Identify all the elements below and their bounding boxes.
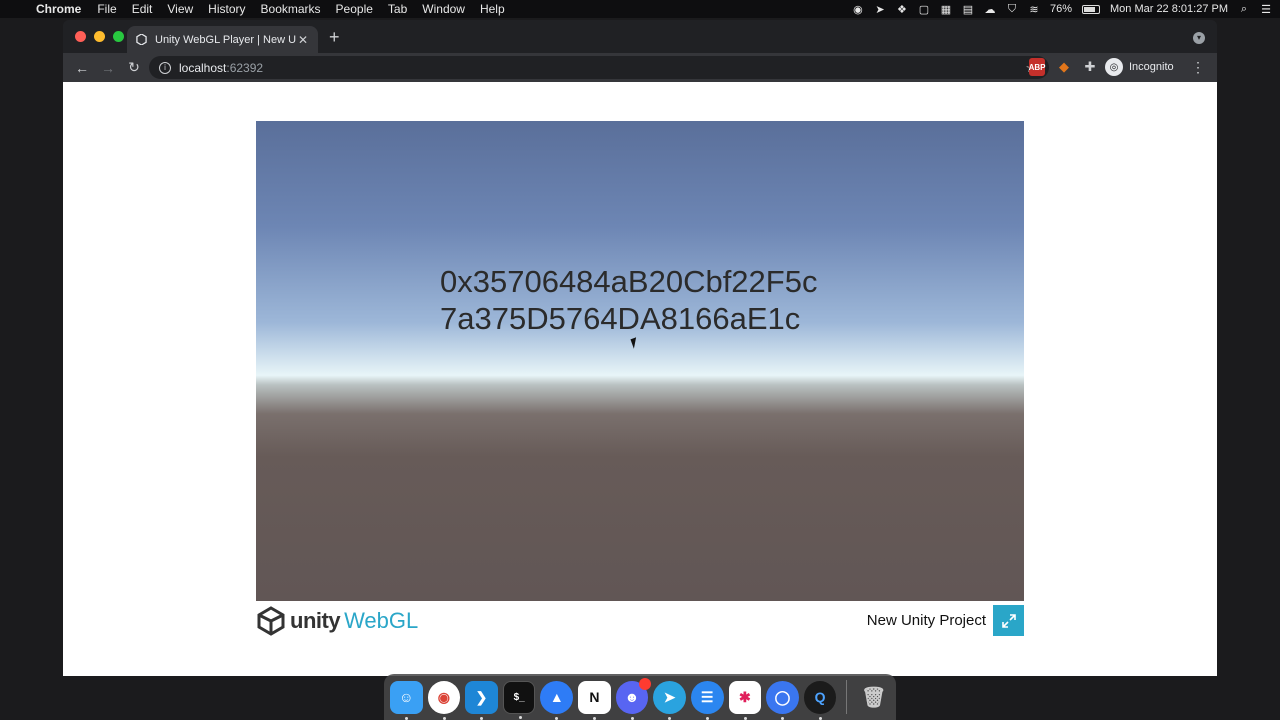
window-icon[interactable]: ▢ [918, 3, 930, 16]
dock-discord-icon[interactable]: ☻ [615, 677, 652, 720]
project-title: New Unity Project [866, 612, 986, 629]
menu-people[interactable]: People [336, 2, 373, 16]
dock-slack-icon[interactable]: ✱ [728, 680, 762, 720]
dock-messages-icon[interactable]: ☰ [690, 680, 724, 720]
menu-view[interactable]: View [167, 2, 193, 16]
dock-finder-icon[interactable]: ☺ [390, 680, 423, 720]
battery-icon[interactable] [1081, 4, 1100, 14]
unity-webgl-logo: unity WebGL [256, 606, 418, 636]
window-minimize-button[interactable] [94, 31, 105, 42]
dock-trash-icon[interactable]: 🗑 [857, 681, 890, 714]
mouse-pointer-icon [630, 337, 640, 349]
menu-edit[interactable]: Edit [132, 2, 153, 16]
site-info-icon[interactable]: i [159, 61, 171, 74]
menu-history[interactable]: History [208, 2, 245, 16]
wallet-address-text: 0x35706484aB20Cbf22F5c 7a375D5764DA8166a… [440, 263, 817, 337]
dropbox-icon[interactable]: ❖ [896, 3, 908, 16]
menu-tab[interactable]: Tab [388, 2, 407, 16]
menu-file[interactable]: File [97, 2, 116, 16]
dock-vscode-icon[interactable]: ❯ [465, 680, 498, 720]
notification-badge [639, 677, 652, 690]
wallet-address-line-2: 7a375D5764DA8166aE1c [440, 301, 801, 336]
menubar-tray: ◉ ➤ ❖ ▢ ▦ ▤ ☁ ⛉ ≋ 76% Mon Mar 22 8:01:27… [852, 0, 1272, 18]
wallet-address-line-1: 0x35706484aB20Cbf22F5c [440, 264, 818, 299]
menu-help[interactable]: Help [480, 2, 505, 16]
dock-arc-icon[interactable]: ▲ [540, 680, 574, 720]
chrome-menu-icon[interactable]: ⋮ [1191, 59, 1205, 76]
unity-favicon-icon [135, 34, 147, 46]
logo-unity-word: unity [290, 608, 341, 633]
fullscreen-expand-icon [1001, 613, 1016, 628]
reload-button[interactable]: ↻ [121, 55, 147, 81]
back-button[interactable]: ← [69, 55, 95, 81]
browser-toolbar: ← → ↻ i localhost:62392 ☆ ABP ◆ ✚ ◎ Inco… [63, 53, 1217, 82]
macos-dock: ☺ ◉ ❯ $_ ▲ N ☻ ➤ ☰ ✱ ◯ Q 🗑 [384, 674, 896, 720]
dock-quicktime-icon[interactable]: Q [803, 680, 837, 720]
cloud-icon[interactable]: ☁ [984, 3, 996, 16]
logo-webgl-word: WebGL [344, 608, 419, 633]
window-close-button[interactable] [75, 31, 86, 42]
new-tab-button[interactable]: + [329, 28, 340, 46]
record-icon[interactable]: ◉ [852, 3, 864, 16]
grid-icon[interactable]: ▦ [940, 3, 952, 16]
shield-icon[interactable]: ⛉ [1006, 3, 1018, 15]
url-host: localhost [179, 60, 227, 75]
battery-percent: 76% [1049, 3, 1072, 15]
page-content: 0x35706484aB20Cbf22F5c 7a375D5764DA8166a… [63, 82, 1217, 676]
menubar-app-name[interactable]: Chrome [36, 2, 81, 16]
dock-chrome-icon[interactable]: ◉ [427, 680, 461, 720]
url-port: :62392 [226, 60, 264, 75]
window-zoom-button[interactable] [113, 31, 124, 42]
unity-game-canvas[interactable]: 0x35706484aB20Cbf22F5c 7a375D5764DA8166a… [256, 121, 1024, 601]
tab-close-icon[interactable]: ✕ [296, 33, 310, 47]
dock-notion-icon[interactable]: N [578, 680, 611, 720]
incognito-label: Incognito [1129, 61, 1174, 73]
forward-button[interactable]: → [95, 55, 121, 81]
chrome-window: Unity WebGL Player | New Unity Project ✕… [63, 20, 1217, 676]
wifi-icon[interactable]: ≋ [1028, 3, 1040, 16]
tab-search-icon[interactable]: ▾ [1193, 32, 1205, 44]
incognito-avatar-icon: ◎ [1105, 58, 1123, 76]
menu-window[interactable]: Window [422, 2, 465, 16]
adblock-plus-extension-icon[interactable]: ABP [1029, 58, 1045, 76]
navigation-icon[interactable]: ➤ [874, 3, 886, 16]
spotlight-search-icon[interactable]: ⌕ [1238, 3, 1250, 15]
dock-signal-icon[interactable]: ◯ [766, 680, 799, 720]
incognito-profile-button[interactable]: ◎ Incognito [1105, 58, 1174, 76]
tab-unity-webgl-player[interactable]: Unity WebGL Player | New Unity Project ✕ [127, 26, 318, 53]
menubar-clock[interactable]: Mon Mar 22 8:01:27 PM [1110, 3, 1228, 15]
clipboard-icon[interactable]: ▤ [962, 3, 974, 16]
control-center-icon[interactable]: ☰ [1260, 3, 1272, 16]
dock-terminal-icon[interactable]: $_ [502, 680, 536, 719]
macos-menubar: Chrome File Edit View History Bookmarks … [0, 0, 1280, 18]
dock-telegram-icon[interactable]: ➤ [653, 680, 686, 720]
metamask-fox-extension-icon[interactable]: ◆ [1056, 58, 1072, 76]
tab-strip: Unity WebGL Player | New Unity Project ✕… [63, 20, 1217, 53]
dock-separator [846, 680, 848, 714]
extensions-puzzle-icon[interactable]: ✚ [1082, 58, 1098, 76]
fullscreen-button[interactable] [993, 605, 1024, 636]
tab-title: Unity WebGL Player | New Unity Project [155, 33, 296, 46]
unity-footer: unity WebGL New Unity Project [256, 604, 1024, 638]
address-bar[interactable]: i localhost:62392 ☆ [149, 56, 1049, 79]
menu-bookmarks[interactable]: Bookmarks [261, 2, 321, 16]
window-controls [75, 31, 124, 42]
unity-cube-icon [257, 606, 285, 636]
